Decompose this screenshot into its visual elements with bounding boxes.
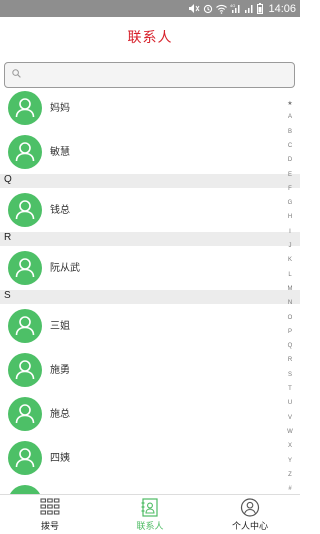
- index-letter[interactable]: #: [283, 486, 297, 492]
- index-letter[interactable]: E: [283, 172, 297, 178]
- contact-list[interactable]: 妈妈 敏慧 Q 钱总 R 阮从武 S 三姐 施勇 施总 四姨: [0, 90, 300, 494]
- section-letter: R: [4, 232, 12, 243]
- avatar: [8, 91, 42, 125]
- contact-name: 钱总: [50, 205, 70, 216]
- section-letter: S: [4, 290, 11, 301]
- index-letter[interactable]: U: [283, 400, 297, 406]
- index-letter[interactable]: P: [283, 329, 297, 335]
- section-header-q: Q: [0, 174, 300, 188]
- avatar: [8, 309, 42, 343]
- battery-icon: [257, 3, 264, 14]
- header: 联系人: [0, 17, 300, 55]
- mute-icon: [189, 4, 200, 13]
- index-letter[interactable]: ★: [283, 100, 297, 107]
- contact-name: 四姨: [50, 453, 70, 464]
- contact-name: 妈妈: [50, 103, 70, 114]
- person-icon: [15, 404, 35, 424]
- contact-name: 施勇: [50, 365, 70, 376]
- index-letter[interactable]: R: [283, 357, 297, 363]
- person-icon: [15, 98, 35, 118]
- status-icons: 4G 14:06: [188, 1, 296, 16]
- index-letter[interactable]: S: [283, 372, 297, 378]
- index-letter[interactable]: L: [283, 272, 297, 278]
- contact-name: 施总: [50, 409, 70, 420]
- contact-item[interactable]: 三姐: [0, 304, 300, 348]
- page-title: 联系人: [127, 30, 173, 46]
- index-letter[interactable]: C: [283, 143, 297, 149]
- index-letter[interactable]: W: [283, 429, 297, 435]
- avatar: [8, 441, 42, 475]
- index-letter[interactable]: Q: [283, 343, 297, 349]
- index-letter[interactable]: J: [283, 243, 297, 249]
- avatar: [8, 485, 42, 494]
- contacts-book-icon: [141, 498, 158, 517]
- person-icon: [15, 200, 35, 220]
- section-letter: Q: [4, 174, 12, 185]
- index-letter[interactable]: N: [283, 300, 297, 306]
- person-icon: [15, 142, 35, 162]
- index-letter[interactable]: O: [283, 315, 297, 321]
- status-bar: 4G 14:06: [0, 0, 300, 17]
- signal-4g-icon: 4G: [230, 3, 240, 13]
- person-icon: [15, 448, 35, 468]
- person-circle-icon: [240, 498, 260, 517]
- index-letter[interactable]: M: [283, 286, 297, 292]
- search-box[interactable]: [4, 62, 295, 88]
- index-letter[interactable]: Y: [283, 458, 297, 464]
- person-icon: [15, 316, 35, 336]
- bottom-tab-bar: 拨号 联系人 个人中心: [0, 494, 300, 534]
- section-header-s: S: [0, 290, 300, 304]
- avatar: [8, 251, 42, 285]
- tab-label: 联系人: [136, 522, 164, 532]
- index-letter[interactable]: V: [283, 415, 297, 421]
- signal-icon: [245, 5, 253, 13]
- svg-text:4G: 4G: [230, 3, 235, 8]
- contact-item[interactable]: 施勇: [0, 348, 300, 392]
- contact-item[interactable]: 四姨: [0, 436, 300, 480]
- contact-item[interactable]: 妈妈: [0, 90, 300, 130]
- index-letter[interactable]: H: [283, 214, 297, 220]
- contact-item[interactable]: 钱总: [0, 188, 300, 232]
- search-input[interactable]: [25, 65, 285, 85]
- tab-label: 个人中心: [231, 522, 268, 532]
- clock: 14:06: [268, 2, 296, 15]
- contact-name: 阮从武: [50, 263, 80, 274]
- index-letter[interactable]: D: [283, 157, 297, 163]
- alarm-icon: [204, 4, 213, 14]
- index-letter[interactable]: F: [283, 186, 297, 192]
- contact-name: 敏慧: [50, 147, 70, 158]
- contact-item[interactable]: 敏慧: [0, 130, 300, 174]
- avatar: [8, 135, 42, 169]
- tab-label: 拨号: [40, 522, 59, 532]
- contact-name: 三姐: [50, 321, 70, 332]
- tab-profile[interactable]: 个人中心: [200, 495, 300, 534]
- index-letter[interactable]: Z: [283, 472, 297, 478]
- index-letter[interactable]: X: [283, 443, 297, 449]
- person-icon: [15, 258, 35, 278]
- avatar: [8, 193, 42, 227]
- section-header-r: R: [0, 232, 300, 246]
- index-letter[interactable]: K: [283, 257, 297, 263]
- index-letter[interactable]: A: [283, 114, 297, 120]
- contact-item-partial[interactable]: [0, 480, 300, 494]
- index-letter[interactable]: B: [283, 129, 297, 135]
- contact-item[interactable]: 施总: [0, 392, 300, 436]
- contact-item[interactable]: 阮从武: [0, 246, 300, 290]
- search-icon: [12, 69, 21, 78]
- index-letter[interactable]: I: [283, 229, 297, 235]
- avatar: [8, 397, 42, 431]
- tab-dialpad[interactable]: 拨号: [0, 495, 100, 534]
- dialpad-icon: [40, 498, 60, 515]
- tab-contacts[interactable]: 联系人: [100, 495, 200, 534]
- person-icon: [15, 360, 35, 380]
- alphabet-index[interactable]: ★ A B C D E F G H I J K L M N O P Q R S T U V W X Y Z #: [283, 100, 297, 492]
- avatar: [8, 353, 42, 387]
- index-letter[interactable]: G: [283, 200, 297, 206]
- wifi-icon: [216, 4, 228, 14]
- index-letter[interactable]: T: [283, 386, 297, 392]
